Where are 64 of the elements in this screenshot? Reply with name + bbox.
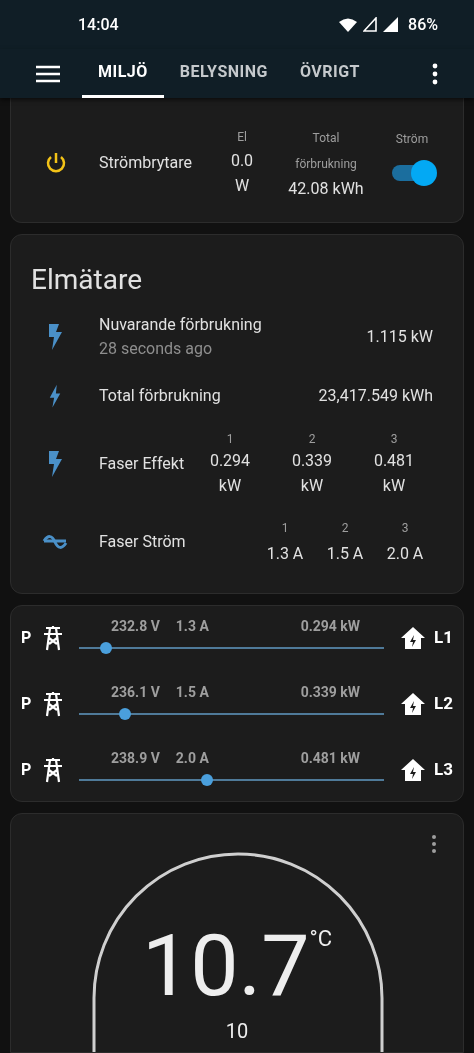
tab[interactable]: BELYSNING — [163, 49, 284, 98]
temperature-unit: °C — [309, 926, 333, 953]
column-value: 0.0 W — [229, 150, 255, 197]
source-label: P — [21, 692, 33, 715]
voltage-reading: 236.1 V — [111, 683, 160, 702]
entity-value: 1.115 kW — [366, 326, 433, 348]
current-temperature: 10.7 — [141, 926, 310, 1006]
last-updated: 28 seconds ago — [99, 338, 214, 360]
signal-icon — [383, 17, 399, 33]
line-label: L2 — [434, 691, 453, 715]
column-value: 0.481 kW — [372, 450, 416, 497]
target-temperature: 10 — [225, 1020, 249, 1042]
house-lightning-icon — [400, 757, 427, 782]
entity-value: 23,417.549 kWh — [318, 385, 433, 407]
tab[interactable]: ÖVRIGT — [283, 49, 376, 98]
voltage-reading: 232.8 V — [111, 617, 160, 636]
column-header: Total förbrukning — [294, 130, 358, 173]
entity-name: Faser Ström — [99, 531, 186, 553]
clock: 14:04 — [78, 13, 119, 36]
source-label: P — [21, 626, 33, 649]
column-header: 3 — [401, 519, 409, 537]
column-header: 2 — [341, 519, 349, 537]
power-icon — [45, 152, 67, 174]
column-value: 0.294 kW — [208, 450, 252, 497]
more-options-icon[interactable] — [431, 834, 437, 854]
signal-icon — [363, 17, 378, 33]
entity-name: Total förbrukning — [99, 385, 221, 407]
source-label: P — [21, 758, 33, 781]
sine-wave-icon — [42, 535, 68, 549]
column-header: 1 — [281, 519, 289, 537]
column-value: 0.339 kW — [290, 450, 334, 497]
wifi-icon — [339, 17, 358, 32]
more-options-icon[interactable] — [432, 62, 438, 85]
column-value: 1.3 A — [266, 542, 304, 565]
lightning-icon — [47, 451, 63, 477]
column-header: 1 — [226, 431, 234, 448]
power-pylon-icon — [43, 756, 63, 783]
menu-icon[interactable] — [36, 64, 60, 83]
house-lightning-icon — [400, 691, 427, 716]
column-header: 2 — [308, 431, 316, 448]
current-reading: 1.3 A — [175, 617, 209, 636]
power-reading: 0.294 kW — [300, 617, 361, 636]
column-header: El — [237, 129, 247, 146]
card-title: Elmätare — [31, 263, 143, 297]
voltage-reading: 238.9 V — [111, 749, 160, 768]
house-lightning-icon — [400, 625, 427, 650]
line-label: L3 — [434, 757, 453, 781]
power-reading: 0.481 kW — [300, 749, 361, 768]
column-value: 2.0 A — [386, 542, 424, 565]
column-header: 3 — [390, 431, 398, 448]
entity-name: Faser Effekt — [99, 453, 185, 475]
current-reading: 1.5 A — [175, 683, 209, 702]
battery-level: 86% — [408, 13, 438, 36]
column-header: Ström — [395, 131, 429, 148]
column-value: 42.08 kWh — [288, 178, 364, 200]
power-reading: 0.339 kW — [300, 683, 361, 702]
current-reading: 2.0 A — [175, 749, 209, 768]
entity-name: Nuvarande förbrukning — [99, 314, 262, 336]
line-label: L1 — [434, 625, 453, 649]
power-pylon-icon — [43, 690, 63, 717]
lightning-icon — [47, 324, 63, 350]
entity-name: Strömbrytare — [99, 152, 193, 174]
power-pylon-icon — [43, 624, 63, 651]
column-value: 1.5 A — [326, 542, 364, 565]
